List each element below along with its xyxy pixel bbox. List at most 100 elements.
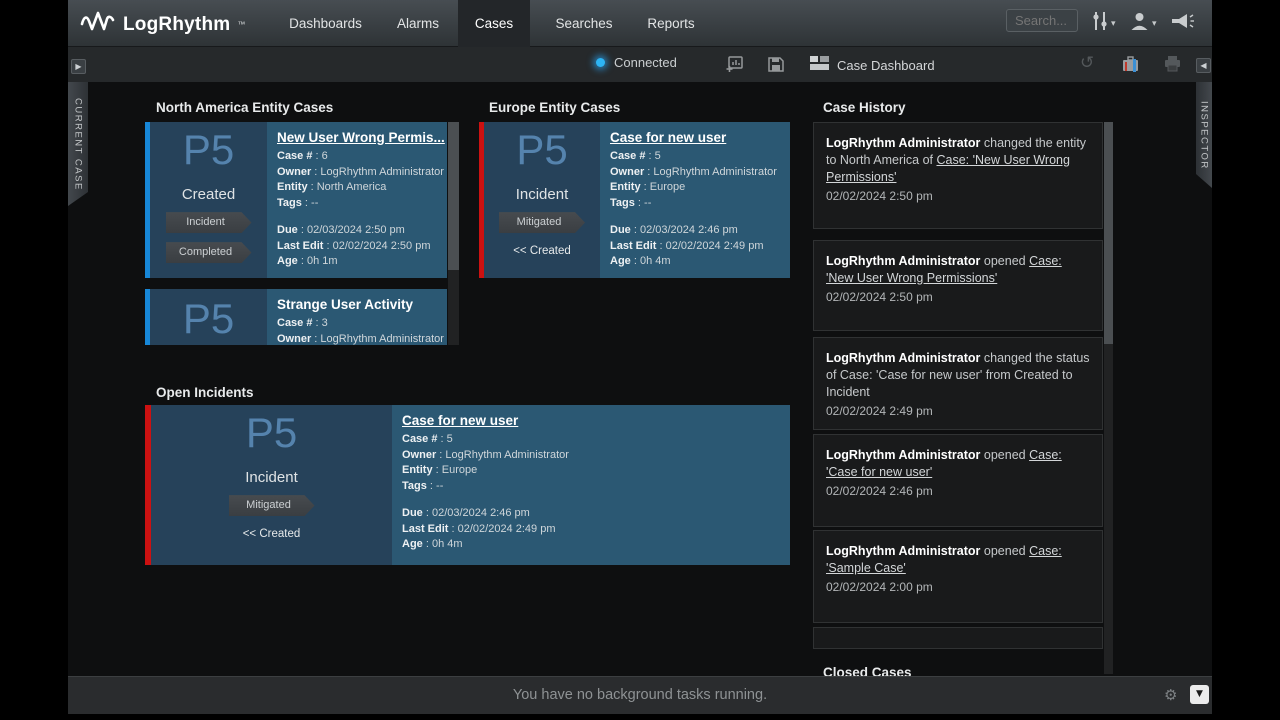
case-history-entry-partial: [813, 627, 1103, 649]
case-card-status-pane: P5 Incident Mitigated << Created: [484, 122, 600, 278]
undo-icon: ↺: [1080, 53, 1094, 73]
case-title-link[interactable]: Strange User Activity: [277, 297, 437, 312]
history-timestamp: 02/02/2024 2:46 pm: [826, 484, 1092, 498]
case-card-europe: P5 Incident Mitigated << Created Case fo…: [479, 122, 790, 278]
case-status-label: Created: [182, 186, 235, 203]
case-status-label: Incident: [245, 469, 298, 486]
filter-settings-button[interactable]: ▾: [1092, 11, 1116, 36]
case-card-details-pane: Strange User Activity Case #3 OwnerLogRh…: [267, 289, 447, 345]
case-management-button[interactable]: [1122, 56, 1139, 77]
case-card-details-pane: Case for new user Case #5 OwnerLogRhythm…: [392, 405, 790, 565]
section-title-case-history: Case History: [823, 100, 906, 115]
dashboard-selector[interactable]: Case Dashboard: [810, 56, 935, 75]
revert-status-link[interactable]: << Created: [513, 245, 571, 257]
print-button[interactable]: [1164, 56, 1181, 77]
nav-item-alarms[interactable]: Alarms: [386, 0, 450, 47]
user-menu-button[interactable]: ▾: [1130, 11, 1157, 36]
case-card-status-pane: P5: [150, 289, 267, 345]
current-case-tab-label: CURRENT CASE: [73, 98, 84, 191]
app-frame: LogRhythm ™ Dashboards Alarms Cases Sear…: [68, 0, 1212, 714]
case-history-entry: LogRhythm Administrator changed the stat…: [813, 337, 1103, 430]
case-card-open-incident: P5 Incident Mitigated << Created Case fo…: [145, 405, 790, 565]
logrhythm-app: LogRhythm ™ Dashboards Alarms Cases Sear…: [0, 0, 1280, 720]
logo-text: LogRhythm: [123, 14, 230, 36]
nav-item-reports[interactable]: Reports: [636, 0, 706, 47]
status-action-mitigated-button[interactable]: Mitigated: [499, 212, 585, 233]
inspector-tab-label: INSPECTOR: [1199, 101, 1210, 170]
case-history-entry: LogRhythm Administrator opened Case: 'Ca…: [813, 434, 1103, 527]
nav-item-searches[interactable]: Searches: [544, 0, 624, 47]
save-icon: [768, 59, 784, 76]
nav-item-dashboards[interactable]: Dashboards: [273, 0, 378, 47]
inspector-tab[interactable]: INSPECTOR: [1196, 82, 1212, 188]
history-timestamp: 02/02/2024 2:50 pm: [826, 189, 1092, 203]
case-history-entry: LogRhythm Administrator opened Case: 'Sa…: [813, 530, 1103, 623]
case-title-link[interactable]: New User Wrong Permis...: [277, 130, 437, 145]
connection-status: Connected: [596, 55, 677, 70]
history-timestamp: 02/02/2024 2:00 pm: [826, 580, 1092, 594]
dashboard-name-label: Case Dashboard: [837, 58, 935, 73]
north-america-scrollbar[interactable]: [447, 122, 459, 345]
scrollbar-thumb[interactable]: [448, 122, 459, 270]
section-title-europe: Europe Entity Cases: [489, 100, 620, 115]
case-card-status-pane: P5 Created Incident Completed: [150, 122, 267, 278]
expand-current-case-button[interactable]: ▶: [71, 59, 86, 74]
case-status-label: Incident: [516, 186, 569, 203]
case-card-details-pane: Case for new user Case #5 OwnerLogRhythm…: [600, 122, 790, 278]
case-title-link[interactable]: Case for new user: [610, 130, 780, 145]
collapse-inspector-button[interactable]: ◀: [1196, 58, 1211, 73]
case-card-strange-user-activity: P5 Strange User Activity Case #3 OwnerLo…: [145, 289, 447, 345]
current-case-tab[interactable]: CURRENT CASE: [68, 82, 88, 206]
priority-label: P5: [246, 411, 297, 455]
printer-icon: [1164, 59, 1181, 76]
case-card-status-pane: P5 Incident Mitigated << Created: [151, 405, 392, 565]
dashboard-grid-icon: [810, 56, 829, 75]
case-briefcase-icon: [1122, 59, 1139, 76]
add-widget-button[interactable]: [726, 56, 743, 77]
scrollbar-thumb[interactable]: [1104, 122, 1113, 344]
history-timestamp: 02/02/2024 2:49 pm: [826, 404, 1092, 418]
status-action-mitigated-button[interactable]: Mitigated: [229, 495, 315, 516]
background-task-message: You have no background tasks running.: [68, 687, 1212, 703]
chevron-down-icon: ▾: [1152, 19, 1157, 29]
priority-label: P5: [516, 128, 567, 172]
status-action-completed-button[interactable]: Completed: [166, 242, 252, 263]
triangle-right-icon: ▶: [75, 62, 81, 71]
priority-label: P5: [183, 297, 234, 341]
case-card-details-pane: New User Wrong Permis... Case #6 OwnerLo…: [267, 122, 447, 278]
logrhythm-logo[interactable]: LogRhythm ™: [80, 9, 245, 40]
dashboard-toolbar: ▶ Connected: [68, 47, 1212, 82]
megaphone-icon: [1170, 13, 1195, 36]
case-title-link[interactable]: Case for new user: [402, 413, 780, 428]
priority-label: P5: [183, 128, 234, 172]
top-nav-bar: LogRhythm ™ Dashboards Alarms Cases Sear…: [68, 0, 1212, 47]
case-history-entry: LogRhythm Administrator changed the enti…: [813, 122, 1103, 229]
undo-button[interactable]: ↺: [1080, 55, 1094, 73]
add-widget-icon: [726, 59, 743, 76]
section-title-open-incidents: Open Incidents: [156, 385, 254, 400]
case-history-scrollbar[interactable]: [1103, 122, 1113, 674]
chevron-down-icon: ▾: [1111, 19, 1116, 29]
search-input[interactable]: [1006, 9, 1078, 32]
status-action-incident-button[interactable]: Incident: [166, 212, 252, 233]
sliders-icon: [1092, 11, 1108, 36]
nav-item-cases[interactable]: Cases: [458, 0, 530, 47]
case-history-entry: LogRhythm Administrator opened Case: 'Ne…: [813, 240, 1103, 331]
history-timestamp: 02/02/2024 2:50 pm: [826, 290, 1092, 304]
background-task-bar: You have no background tasks running. ⚙ …: [68, 676, 1212, 714]
user-icon: [1130, 11, 1149, 36]
logo-trademark: ™: [237, 20, 245, 29]
revert-status-link[interactable]: << Created: [243, 528, 301, 540]
connected-dot-icon: [596, 58, 605, 67]
dashboard-content: CURRENT CASE INSPECTOR North America Ent…: [68, 82, 1212, 714]
task-panel-toggle-button[interactable]: ▼: [1190, 685, 1209, 704]
section-title-north-america: North America Entity Cases: [156, 100, 333, 115]
logrhythm-waveform-icon: [80, 9, 116, 40]
gear-icon[interactable]: ⚙: [1164, 686, 1177, 704]
triangle-left-icon: ◀: [1200, 61, 1206, 70]
announcements-button[interactable]: [1170, 13, 1195, 36]
save-dashboard-button[interactable]: [768, 56, 784, 77]
triangle-down-icon: ▼: [1196, 689, 1203, 699]
connection-status-label: Connected: [614, 55, 677, 70]
case-card-new-user-wrong-permissions: P5 Created Incident Completed New User W…: [145, 122, 447, 278]
